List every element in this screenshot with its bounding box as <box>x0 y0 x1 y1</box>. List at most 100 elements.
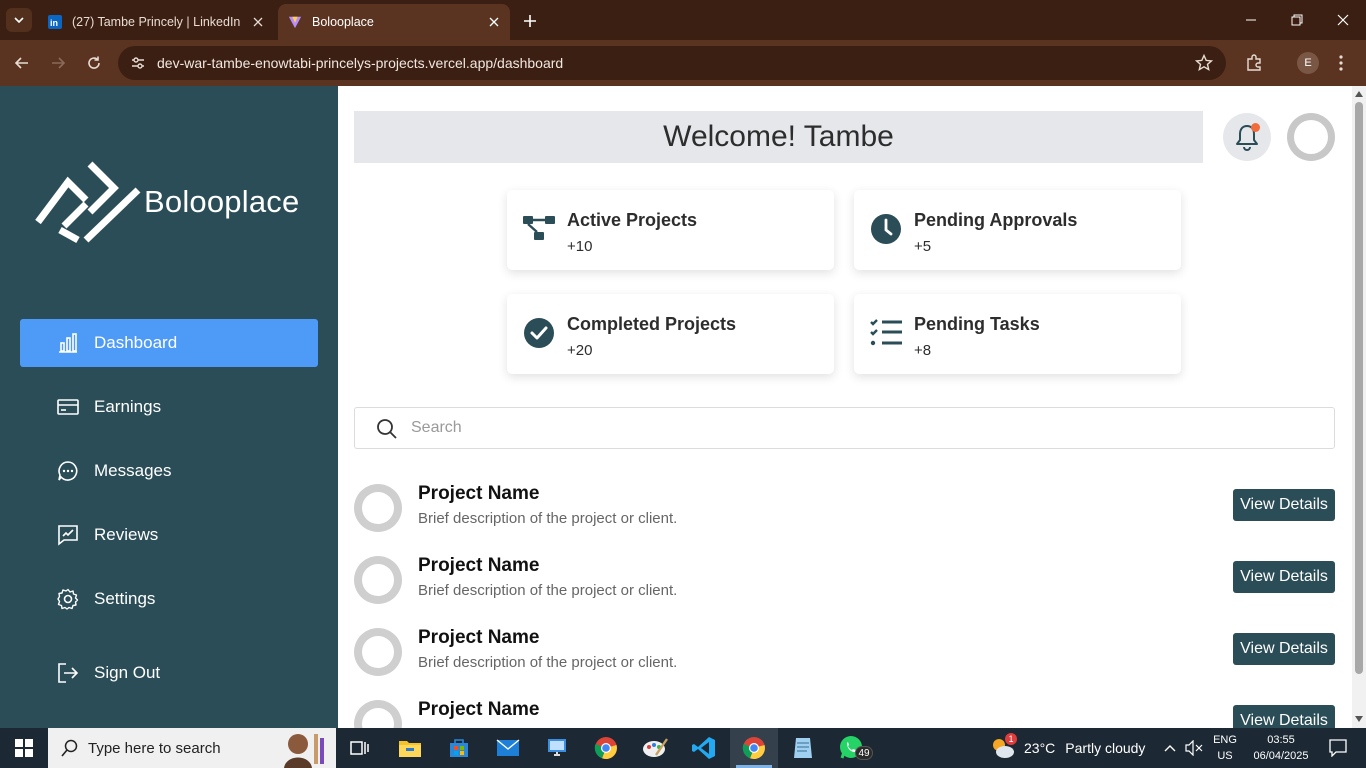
scroll-up-arrow-icon[interactable] <box>1354 89 1364 99</box>
notifications-button[interactable] <box>1223 113 1271 161</box>
new-tab-button[interactable] <box>518 9 542 33</box>
view-details-button[interactable]: View Details <box>1233 705 1335 728</box>
reload-button[interactable] <box>82 51 106 75</box>
stat-value: +10 <box>567 238 593 255</box>
credit-card-icon <box>56 395 80 419</box>
system-clock[interactable]: 03:55 06/04/2025 <box>1246 732 1316 764</box>
store-icon <box>450 739 468 757</box>
notification-center-button[interactable] <box>1318 728 1358 768</box>
paint-app-button[interactable] <box>631 728 679 768</box>
list-item: Project Name Brief description of the pr… <box>354 474 1335 534</box>
page-scrollbar[interactable] <box>1352 86 1366 728</box>
review-icon <box>56 523 80 547</box>
volume-button[interactable] <box>1183 728 1205 768</box>
bookmark-star-icon[interactable] <box>1194 53 1214 73</box>
remote-desktop-button[interactable] <box>533 728 581 768</box>
task-view-icon <box>350 741 369 755</box>
reload-icon <box>88 56 100 69</box>
weather-temp: 23°C <box>1024 740 1056 756</box>
url-text: dev-war-tambe-enowtabi-princelys-project… <box>157 55 564 71</box>
close-icon <box>1337 14 1349 26</box>
chrome-button[interactable] <box>582 728 630 768</box>
site-info-icon[interactable] <box>128 53 148 73</box>
mail-button[interactable] <box>484 728 532 768</box>
project-description: Brief description of the project or clie… <box>418 582 678 599</box>
notepad-icon <box>794 738 812 758</box>
extensions-button[interactable] <box>1242 51 1266 75</box>
list-item: Project Name Brief description of the pr… <box>354 618 1335 678</box>
scroll-down-arrow-icon[interactable] <box>1354 714 1364 724</box>
search-input[interactable] <box>411 414 1311 442</box>
restore-button[interactable] <box>1274 0 1320 40</box>
stat-card-completed-projects: Completed Projects +20 <box>507 294 834 374</box>
address-bar[interactable]: dev-war-tambe-enowtabi-princelys-project… <box>118 46 1226 80</box>
windows-logo-icon <box>15 739 33 757</box>
project-name: Project Name <box>418 483 540 504</box>
scrollbar-thumb[interactable] <box>1355 102 1363 674</box>
microsoft-store-button[interactable] <box>435 728 483 768</box>
chat-bubble-icon <box>56 459 80 483</box>
arrow-left-icon <box>14 57 28 69</box>
view-details-button[interactable]: View Details <box>1233 633 1335 665</box>
close-window-button[interactable] <box>1320 0 1366 40</box>
whatsapp-button[interactable]: 49 <box>828 728 876 768</box>
chevron-up-icon <box>1164 745 1176 752</box>
sidebar-item-label: Earnings <box>94 397 162 416</box>
start-button[interactable] <box>0 728 48 768</box>
minimize-button[interactable] <box>1228 0 1274 40</box>
profile-avatar-button[interactable]: E <box>1297 52 1319 74</box>
stat-card-pending-approvals: Pending Approvals +5 <box>854 190 1181 270</box>
taskbar-search-box[interactable]: Type here to search <box>48 728 336 768</box>
show-hidden-icons-button[interactable] <box>1160 728 1180 768</box>
stat-value: +8 <box>914 342 932 359</box>
hierarchy-icon <box>522 212 556 246</box>
view-details-button[interactable]: View Details <box>1233 489 1335 521</box>
notepad-button[interactable] <box>779 728 827 768</box>
tab-search-button[interactable] <box>6 8 32 32</box>
back-button[interactable] <box>10 51 34 75</box>
tab-title: (27) Tambe Princely | LinkedIn <box>72 15 241 29</box>
minimize-icon <box>1246 19 1256 21</box>
brand-logo[interactable]: Bolooplace <box>34 160 299 244</box>
paint-palette-icon <box>643 738 668 757</box>
partly-cloudy-icon: 1 <box>990 733 1017 761</box>
volume-muted-icon <box>1185 740 1203 756</box>
browser-menu-button[interactable] <box>1334 51 1348 75</box>
taskbar-search-placeholder: Type here to search <box>88 739 221 757</box>
task-view-button[interactable] <box>336 728 384 768</box>
project-name: Project Name <box>418 555 540 576</box>
language-code: ENG <box>1213 734 1237 746</box>
sidebar-item-label: Settings <box>94 589 156 608</box>
close-tab-icon[interactable] <box>484 12 504 32</box>
project-avatar <box>354 628 402 676</box>
stat-value: +5 <box>914 238 932 255</box>
sidebar-item-earnings[interactable]: Earnings <box>20 383 318 431</box>
chrome-icon <box>742 737 765 760</box>
page-viewport: Bolooplace Dashboard Earnings Messages R… <box>0 86 1366 728</box>
user-avatar[interactable] <box>1287 113 1335 161</box>
restore-icon <box>1291 14 1303 26</box>
project-search-box <box>354 407 1335 449</box>
forward-button[interactable] <box>46 51 70 75</box>
sidebar-item-label: Messages <box>94 461 172 480</box>
sidebar-item-messages[interactable]: Messages <box>20 447 318 495</box>
browser-tab-linkedin[interactable]: in (27) Tambe Princely | LinkedIn <box>38 4 274 40</box>
linkedin-icon: in <box>48 15 62 29</box>
sidebar: Bolooplace Dashboard Earnings Messages R… <box>0 86 338 728</box>
sidebar-item-sign-out[interactable]: Sign Out <box>20 649 318 697</box>
sidebar-item-label: Reviews <box>94 525 159 544</box>
chrome-active-button[interactable] <box>730 728 778 768</box>
search-icon <box>375 417 399 441</box>
vscode-button[interactable] <box>680 728 728 768</box>
view-details-button[interactable]: View Details <box>1233 561 1335 593</box>
close-tab-icon[interactable] <box>248 12 268 32</box>
sidebar-item-reviews[interactable]: Reviews <box>20 511 318 559</box>
file-explorer-button[interactable] <box>386 728 434 768</box>
sidebar-item-settings[interactable]: Settings <box>20 575 318 623</box>
language-indicator[interactable]: ENG US <box>1208 732 1242 764</box>
weather-widget[interactable]: 1 23°C Partly cloudy <box>990 728 1145 768</box>
sidebar-item-dashboard[interactable]: Dashboard <box>20 319 318 367</box>
project-description: Brief description of the project or clie… <box>418 654 678 671</box>
stat-value: +20 <box>567 342 593 359</box>
browser-tab-bolooplace[interactable]: Bolooplace <box>278 4 510 40</box>
